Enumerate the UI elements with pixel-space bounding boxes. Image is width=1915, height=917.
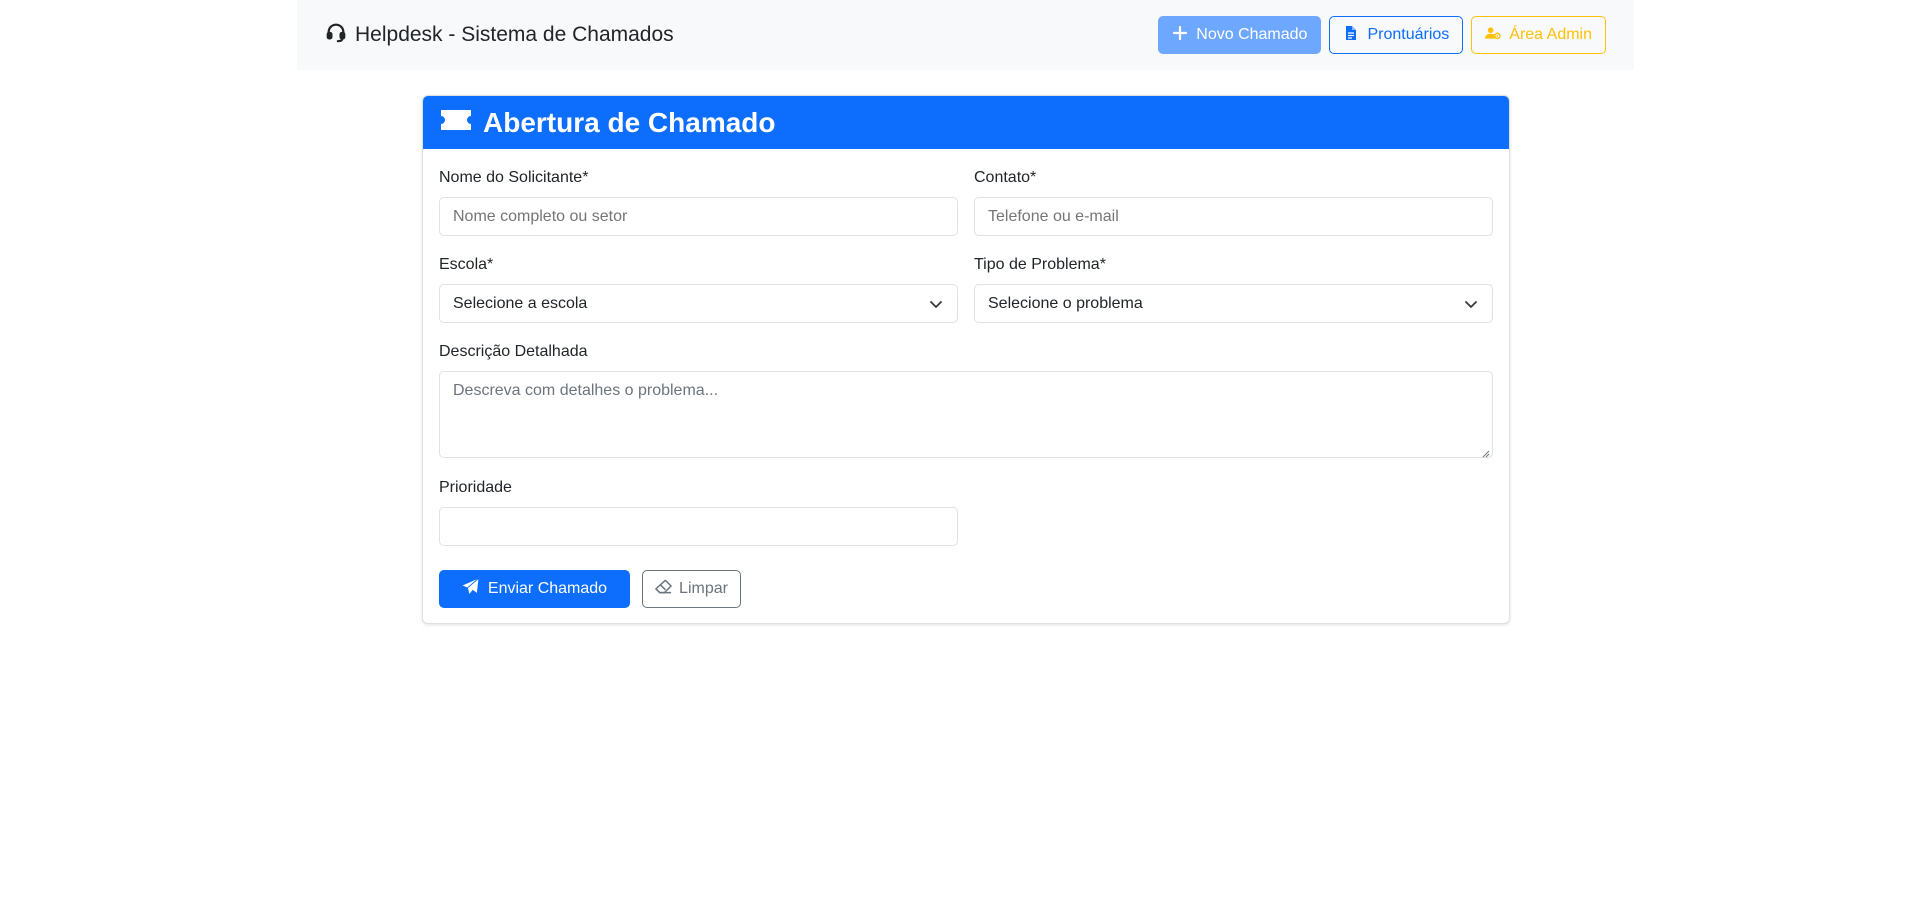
chevron-down-icon <box>1464 297 1478 311</box>
problem-type-select[interactable]: Selecione o problema <box>974 284 1493 323</box>
contact-input[interactable] <box>974 197 1493 236</box>
resize-grip-icon[interactable] <box>1480 445 1490 458</box>
new-ticket-button[interactable]: Novo Chamado <box>1158 16 1322 54</box>
clear-form-button[interactable]: Limpar <box>642 570 741 608</box>
description-placeholder: Descreva com detalhes o problema... <box>453 382 719 399</box>
contact-label: Contato* <box>974 169 1037 186</box>
brand[interactable]: Helpdesk - Sistema de Chamados <box>325 21 674 49</box>
records-label: Prontuários <box>1367 26 1450 43</box>
records-button[interactable]: Prontuários <box>1329 16 1464 54</box>
school-label: Escola* <box>439 256 494 273</box>
ticket-form: Nome do Solicitante* Contato* Escola* Se… <box>423 149 1509 623</box>
card-title: Abertura de Chamado <box>483 106 776 138</box>
top-navbar: Helpdesk - Sistema de Chamados Novo Cham… <box>297 0 1634 70</box>
ticket-icon <box>439 107 473 139</box>
user-gear-icon <box>1485 25 1501 46</box>
paper-plane-icon <box>462 578 479 600</box>
clear-form-label: Limpar <box>679 580 728 597</box>
chevron-down-icon <box>929 297 943 311</box>
new-ticket-label: Novo Chamado <box>1196 26 1308 43</box>
eraser-icon <box>655 579 672 599</box>
card-header: Abertura de Chamado <box>423 96 1509 149</box>
description-textarea[interactable]: Descreva com detalhes o problema... <box>439 371 1493 458</box>
description-label: Descrição Detalhada <box>439 343 588 360</box>
headset-icon <box>325 21 347 49</box>
admin-area-label: Área Admin <box>1509 26 1592 43</box>
ticket-form-card: Abertura de Chamado Nome do Solicitante*… <box>422 95 1510 624</box>
priority-field[interactable] <box>439 507 958 546</box>
brand-title: Helpdesk - Sistema de Chamados <box>355 23 674 46</box>
problem-type-select-value: Selecione o problema <box>988 294 1143 312</box>
school-select-value: Selecione a escola <box>453 294 588 312</box>
priority-label: Prioridade <box>439 479 512 496</box>
requester-name-label: Nome do Solicitante* <box>439 169 589 186</box>
admin-area-button[interactable]: Área Admin <box>1471 16 1606 54</box>
submit-ticket-button[interactable]: Enviar Chamado <box>439 570 630 608</box>
nav-actions: Novo Chamado Prontuários Área Admin <box>1158 16 1606 54</box>
plus-icon <box>1172 25 1188 46</box>
problem-type-label: Tipo de Problema* <box>974 256 1106 273</box>
file-icon <box>1343 25 1359 46</box>
submit-ticket-label: Enviar Chamado <box>487 580 608 597</box>
school-select[interactable]: Selecione a escola <box>439 284 958 323</box>
requester-name-input[interactable] <box>439 197 958 236</box>
